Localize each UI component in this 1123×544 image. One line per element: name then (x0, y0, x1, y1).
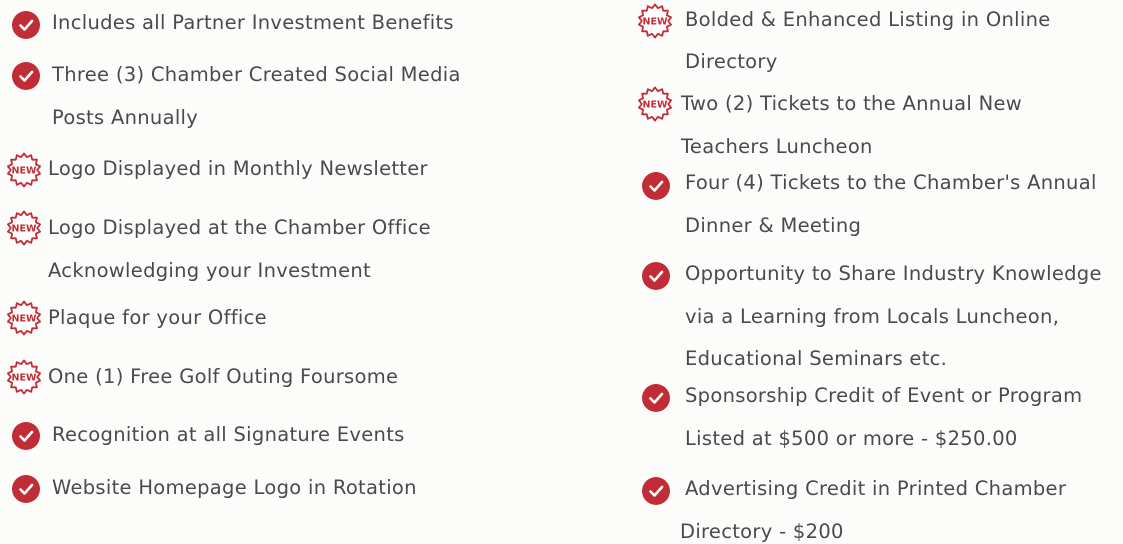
check-circle-icon (12, 62, 40, 90)
benefit-label: Sponsorship Credit of Event or Program (685, 384, 1083, 407)
benefit-label: Opportunity to Share Industry Knowledge (685, 262, 1102, 285)
new-starburst-icon: NEW (637, 3, 673, 39)
new-badge-text: NEW (12, 314, 37, 325)
benefit-label: Website Homepage Logo in Rotation (52, 476, 417, 499)
benefit-label: Includes all Partner Investment Benefits (52, 11, 454, 34)
benefit-label: Two (2) Tickets to the Annual New (681, 92, 1023, 115)
benefit-label: One (1) Free Golf Outing Foursome (48, 365, 399, 388)
check-circle-icon (642, 384, 670, 412)
new-starburst-icon: NEW (6, 210, 42, 246)
benefit-label: Advertising Credit in Printed Chamber (685, 477, 1067, 500)
benefit-label-continued: via a Learning from Locals Luncheon, (685, 305, 1060, 328)
benefit-label: Recognition at all Signature Events (52, 423, 405, 446)
benefit-label: Logo Displayed in Monthly Newsletter (48, 157, 428, 180)
new-starburst-icon: NEW (637, 86, 673, 122)
check-circle-icon (12, 422, 40, 450)
check-circle-icon (642, 172, 670, 200)
check-circle-icon (642, 262, 670, 290)
new-badge-text: NEW (12, 166, 37, 177)
benefit-label-continued: Dinner & Meeting (685, 214, 862, 237)
new-badge-text: NEW (12, 373, 37, 384)
benefit-label-continued: Directory - $200 (680, 520, 844, 543)
new-starburst-icon: NEW (6, 300, 42, 336)
new-starburst-icon: NEW (6, 152, 42, 188)
benefit-label-continued: Acknowledging your Investment (48, 259, 371, 282)
benefit-label: Four (4) Tickets to the Chamber's Annual (685, 171, 1097, 194)
new-badge-text: NEW (12, 224, 37, 235)
check-circle-icon (12, 475, 40, 503)
new-badge-text: NEW (643, 100, 668, 111)
benefit-label-continued: Listed at $500 or more - $250.00 (685, 427, 1018, 450)
new-badge-text: NEW (643, 17, 668, 28)
new-starburst-icon: NEW (6, 359, 42, 395)
check-circle-icon (642, 477, 670, 505)
benefit-label-continued: Teachers Luncheon (681, 135, 873, 158)
check-circle-icon (12, 11, 40, 39)
benefit-label: Logo Displayed at the Chamber Office (48, 216, 431, 239)
benefit-label: Plaque for your Office (48, 306, 267, 329)
benefit-label-continued: Posts Annually (52, 106, 199, 129)
benefit-label: Bolded & Enhanced Listing in Online (685, 8, 1051, 31)
benefit-label-continued: Educational Seminars etc. (685, 347, 948, 370)
benefits-list: Includes all Partner Investment Benefits… (0, 0, 1123, 543)
benefit-label: Three (3) Chamber Created Social Media (52, 63, 461, 86)
benefit-label-continued: Directory (685, 50, 778, 73)
